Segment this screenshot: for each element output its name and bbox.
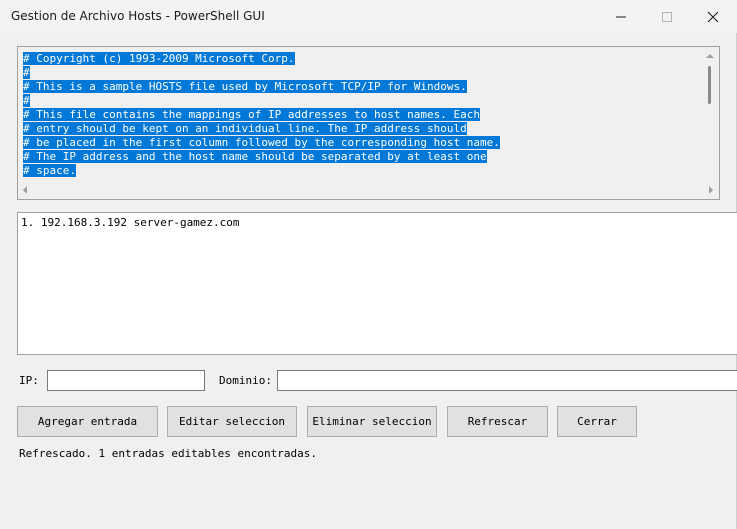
hosts-line: # The IP address and the host name shoul… (23, 150, 487, 163)
domain-label: Dominio: (219, 374, 272, 387)
main-window: Gestion de Archivo Hosts - PowerShell GU… (0, 0, 737, 529)
hosts-line: # This is a sample HOSTS file used by Mi… (23, 80, 467, 93)
hosts-file-textbox[interactable]: # Copyright (c) 1993-2009 Microsoft Corp… (17, 46, 720, 200)
hosts-line: # space. (23, 164, 76, 177)
scroll-right-icon[interactable] (709, 186, 713, 194)
delete-selection-button[interactable]: Eliminar seleccion (307, 406, 437, 437)
edit-selection-button[interactable]: Editar seleccion (167, 406, 297, 437)
add-entry-button[interactable]: Agregar entrada (17, 406, 158, 437)
hosts-line: # entry should be kept on an individual … (23, 122, 467, 135)
hosts-line: # be placed in the first column followed… (23, 136, 500, 149)
list-item[interactable]: 1. 192.168.3.192 server-gamez.com (21, 216, 240, 229)
close-window-button[interactable] (690, 0, 736, 33)
entries-listbox[interactable]: 1. 192.168.3.192 server-gamez.com (17, 212, 737, 355)
minimize-button[interactable] (598, 0, 644, 33)
minimize-icon (616, 16, 626, 17)
horizontal-scrollbar[interactable] (19, 181, 719, 198)
close-button[interactable]: Cerrar (557, 406, 637, 437)
scroll-up-icon[interactable] (706, 54, 714, 58)
refresh-button[interactable]: Refrescar (447, 406, 548, 437)
ip-input[interactable] (47, 370, 205, 391)
scroll-left-icon[interactable] (23, 186, 27, 194)
close-icon (707, 11, 719, 22)
maximize-button[interactable] (644, 0, 690, 33)
title-bar[interactable]: Gestion de Archivo Hosts - PowerShell GU… (0, 0, 737, 33)
vertical-scrollbar[interactable] (701, 48, 718, 183)
scroll-thumb[interactable] (708, 66, 711, 104)
domain-input[interactable] (277, 370, 737, 391)
hosts-file-lines: # Copyright (c) 1993-2009 Microsoft Corp… (23, 52, 500, 178)
ip-label: IP: (19, 374, 39, 387)
hosts-line: # This file contains the mappings of IP … (23, 108, 480, 121)
hosts-line: # Copyright (c) 1993-2009 Microsoft Corp… (23, 52, 295, 65)
hosts-line: # (23, 66, 30, 79)
status-text: Refrescado. 1 entradas editables encontr… (19, 447, 318, 460)
hosts-line: # (23, 94, 30, 107)
window-title: Gestion de Archivo Hosts - PowerShell GU… (11, 9, 265, 23)
maximize-icon (662, 11, 672, 22)
